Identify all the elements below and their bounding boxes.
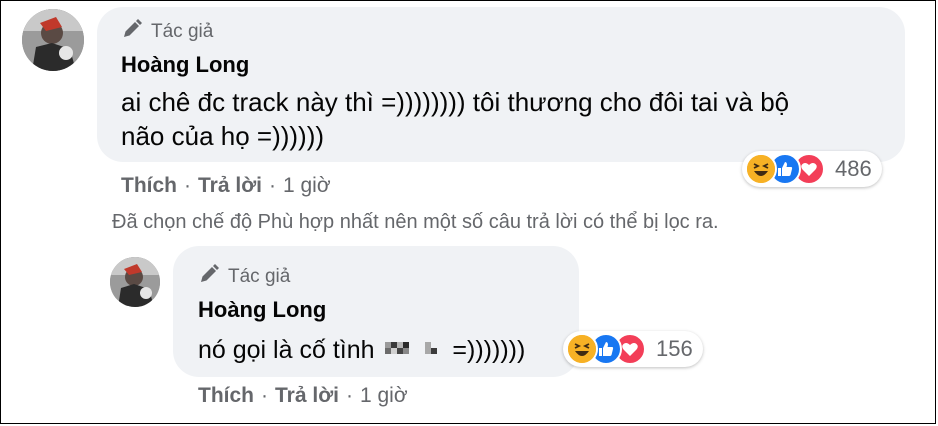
avatar[interactable] xyxy=(110,257,160,307)
author-badge: Tác giả xyxy=(121,18,213,46)
censored-word-icon xyxy=(381,331,445,371)
reaction-count: 156 xyxy=(656,336,693,361)
reply-text-start: nó gọi là cố tình xyxy=(198,336,375,364)
timestamp[interactable]: 1 giờ xyxy=(283,174,331,198)
reply-text-end: =))))))) xyxy=(452,336,526,364)
separator-dot: · xyxy=(345,384,353,407)
reaction-summary[interactable]: 486 xyxy=(742,151,882,187)
author-badge-label: Tác giả xyxy=(151,21,214,42)
reaction-summary[interactable]: 156 xyxy=(563,331,703,367)
commenter-name[interactable]: Hoàng Long xyxy=(121,52,249,78)
author-pen-icon xyxy=(198,263,220,291)
author-badge: Tác giả xyxy=(198,263,290,291)
like-button[interactable]: Thích xyxy=(198,384,254,408)
separator-dot: · xyxy=(261,384,268,407)
timestamp[interactable]: 1 giờ xyxy=(360,384,408,408)
comment-text-line: não của họ =)))))) xyxy=(121,121,325,151)
reply-text: nó gọi là cố tình =))))))) xyxy=(198,330,525,371)
reply-button[interactable]: Trả lời xyxy=(275,384,339,408)
author-pen-icon xyxy=(121,18,143,46)
comment-actions: Thích · Trả lời · 1 giờ xyxy=(121,174,331,198)
avatar[interactable] xyxy=(22,9,84,71)
author-badge-label: Tác giả xyxy=(228,266,291,287)
reply-actions: Thích · Trả lời · 1 giờ xyxy=(198,384,408,408)
separator-dot: · xyxy=(184,174,191,197)
like-button[interactable]: Thích xyxy=(121,174,177,198)
separator-dot: · xyxy=(268,174,276,197)
filter-notice: Đã chọn chế độ Phù hợp nhất nên một số c… xyxy=(112,211,719,233)
haha-reaction-icon xyxy=(745,153,777,185)
commenter-name[interactable]: Hoàng Long xyxy=(198,297,326,323)
reaction-count: 486 xyxy=(835,156,872,181)
haha-reaction-icon xyxy=(566,333,598,365)
reply-button[interactable]: Trả lời xyxy=(198,174,262,198)
